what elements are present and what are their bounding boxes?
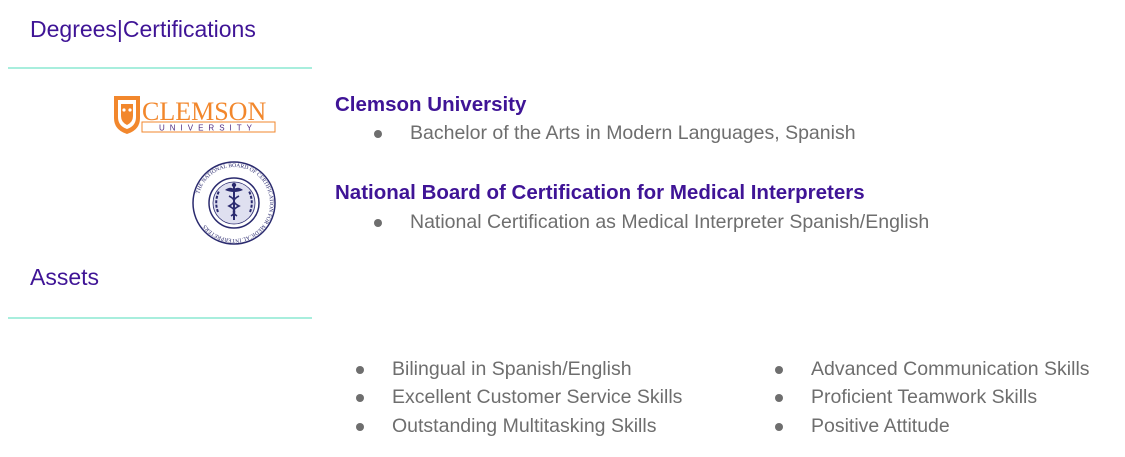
degree-item: Bachelor of the Arts in Modern Languages… [410,122,856,144]
bullet-dot [356,366,364,374]
asset-item: Proficient Teamwork Skills [811,386,1038,408]
bullet-dot [374,130,382,138]
section-divider [8,317,312,319]
bullet-dot [775,366,783,374]
bullet-dot [356,394,364,402]
asset-item: Positive Attitude [811,415,950,437]
bullet-dot [775,394,783,402]
bullet-dot [775,423,783,431]
section-heading-degrees: Degrees|Certifications [30,16,256,42]
clemson-logo-subtext: UNIVERSITY [159,124,257,133]
asset-item: Bilingual in Spanish/English [392,358,632,380]
asset-item: Excellent Customer Service Skills [392,386,683,408]
bullet-dot [356,423,364,431]
certification-item: National Certification as Medical Interp… [410,211,930,233]
asset-item: Outstanding Multitasking Skills [392,415,657,437]
asset-item: Advanced Communication Skills [811,358,1090,380]
bullet-dot [374,219,382,227]
institution-national-board: National Board of Certification for Medi… [335,181,865,204]
national-board-seal: THE NATIONAL BOARD OF CERTIFICATION FOR … [188,160,280,246]
section-divider [8,67,312,69]
clemson-logo: CLEMSON UNIVERSITY [112,94,277,136]
institution-clemson: Clemson University [335,93,527,116]
section-heading-assets: Assets [30,264,100,290]
